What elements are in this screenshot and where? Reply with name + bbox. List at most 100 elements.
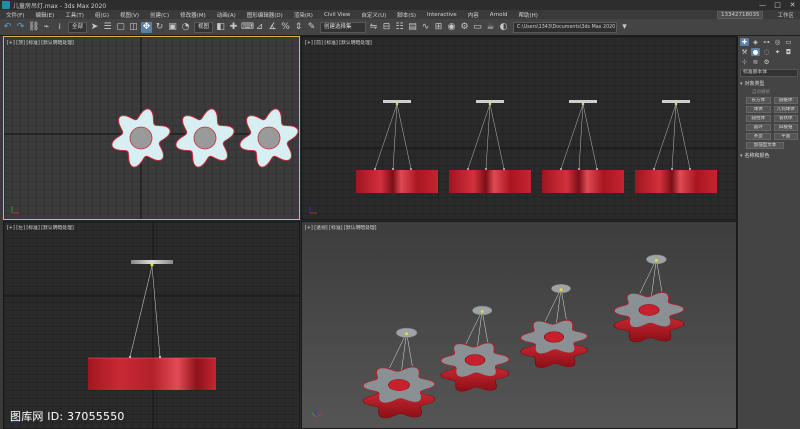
minimize-button[interactable]: — xyxy=(755,0,770,10)
snap-toggle-icon[interactable]: ⊿ xyxy=(254,22,265,33)
geometry-icon[interactable]: ● xyxy=(751,48,760,56)
render-setup-icon[interactable]: ⚙ xyxy=(459,22,470,33)
systems-icon[interactable]: ⚙ xyxy=(762,58,771,66)
cone-button[interactable]: 圆锥体 xyxy=(773,97,798,104)
project-path-field[interactable]: C:\Users\1343\Documents\3ds Max 2020 xyxy=(513,21,618,33)
viewport-label[interactable]: [+] [前] [标准] [默认明暗处理] xyxy=(305,39,372,46)
utilities-tab-icon[interactable]: ⚒ xyxy=(740,48,749,56)
rollout-name-color[interactable]: ▾ 名称和颜色 xyxy=(740,152,798,159)
close-button[interactable]: ✕ xyxy=(785,0,800,10)
menu-group[interactable]: 组(G) xyxy=(95,11,109,19)
lamp-top-view[interactable] xyxy=(239,108,299,168)
lamp-top-view[interactable] xyxy=(111,108,171,168)
material-editor-icon[interactable]: ◉ xyxy=(446,22,457,33)
pyramid-button[interactable]: 四棱锥 xyxy=(773,124,798,131)
lamp-perspective[interactable] xyxy=(613,254,685,343)
bind-space-warp-icon[interactable]: ≀ xyxy=(54,22,65,33)
viewport-label[interactable]: [+] [顶] [标准] [默认明暗处理] xyxy=(7,39,74,46)
spacewarps-icon[interactable]: ≋ xyxy=(751,58,760,66)
menu-modifiers[interactable]: 修改器(M) xyxy=(180,11,206,19)
menu-arnold[interactable]: Arnold xyxy=(490,12,508,18)
lamp-perspective[interactable] xyxy=(440,305,510,392)
lamp-perspective[interactable] xyxy=(519,283,589,368)
rect-selection-icon[interactable]: ▢ xyxy=(115,22,126,33)
text-plus-button[interactable]: 加强型文本 xyxy=(746,142,784,149)
geometry-type-select[interactable]: 标准基本体 xyxy=(740,69,798,77)
lamp-front-view[interactable] xyxy=(356,100,438,193)
render-iterative-icon[interactable]: ◐ xyxy=(498,22,509,33)
named-selection-set-select[interactable]: 创建选择集 xyxy=(320,21,367,33)
menu-graph-editors[interactable]: 图形编辑器(D) xyxy=(247,11,283,19)
menu-file[interactable]: 文件(F) xyxy=(6,11,24,19)
user-account-button[interactable]: 13342718035 xyxy=(716,10,764,19)
menu-views[interactable]: 视图(V) xyxy=(120,11,139,19)
viewport-top[interactable]: [+] [顶] [标准] [默认明暗处理] xyxy=(3,36,300,220)
menu-rendering[interactable]: 渲染(R) xyxy=(294,11,313,19)
lamp-top-view[interactable] xyxy=(175,108,235,168)
lamp-front-view[interactable] xyxy=(635,100,717,193)
pivot-center-icon[interactable]: ◧ xyxy=(215,22,226,33)
align-icon[interactable]: ⊟ xyxy=(381,22,392,33)
percent-snap-icon[interactable]: % xyxy=(280,22,291,33)
window-crossing-icon[interactable]: ◫ xyxy=(128,22,139,33)
box-button[interactable]: 长方体 xyxy=(746,97,771,104)
select-object-icon[interactable]: ➤ xyxy=(89,22,100,33)
menu-civil-view[interactable]: Civil View xyxy=(324,12,350,18)
menu-edit[interactable]: 编辑(E) xyxy=(35,11,54,19)
menu-tools[interactable]: 工具(T) xyxy=(65,11,84,19)
tube-button[interactable]: 管状体 xyxy=(773,115,798,122)
autogrid-checkbox[interactable]: 自动栅格 xyxy=(752,89,800,95)
menu-animation[interactable]: 动画(A) xyxy=(217,11,236,19)
mirror-icon[interactable]: ⇋ xyxy=(368,22,379,33)
viewport-left[interactable]: [+] [左] [标准] [默认明暗处理] xyxy=(3,221,300,429)
lights-icon[interactable]: ✦ xyxy=(773,48,782,56)
cylinder-button[interactable]: 圆柱体 xyxy=(746,115,771,122)
geosphere-button[interactable]: 几何球体 xyxy=(773,106,798,113)
maximize-button[interactable]: □ xyxy=(770,0,785,10)
rendered-frame-icon[interactable]: ▭ xyxy=(472,22,483,33)
menu-interactive[interactable]: Interactive xyxy=(427,12,457,18)
menu-help[interactable]: 帮助(H) xyxy=(519,11,538,19)
hierarchy-tab-icon[interactable]: ⊶ xyxy=(762,38,771,46)
sphere-button[interactable]: 球体 xyxy=(746,106,771,113)
display-tab-icon[interactable]: ▭ xyxy=(784,38,793,46)
selection-filter-select[interactable]: 全部 xyxy=(68,21,88,33)
create-tab-icon[interactable]: ✚ xyxy=(740,38,749,46)
rollout-object-type[interactable]: ▾ 对象类型 xyxy=(740,80,798,87)
menu-scripting[interactable]: 脚本(S) xyxy=(397,11,416,19)
angle-snap-icon[interactable]: ∡ xyxy=(267,22,278,33)
unlink-icon[interactable]: ⌁ xyxy=(41,22,52,33)
keyboard-shortcut-icon[interactable]: ⌨ xyxy=(241,22,254,33)
curve-editor-icon[interactable]: ∿ xyxy=(420,22,431,33)
undo-icon[interactable]: ↶ xyxy=(2,22,13,33)
teapot-button[interactable]: 茶壶 xyxy=(746,133,771,140)
edit-named-selection-icon[interactable]: ✎ xyxy=(306,22,317,33)
lamp-perspective[interactable] xyxy=(362,327,436,419)
place-icon[interactable]: ◔ xyxy=(180,22,191,33)
workspace-label[interactable]: 工作区 xyxy=(777,11,794,19)
menu-customize[interactable]: 自定义(U) xyxy=(361,11,386,19)
menu-content[interactable]: 内容 xyxy=(468,11,479,19)
path-dropdown-icon[interactable]: ▾ xyxy=(619,22,630,33)
lamp-front-view[interactable] xyxy=(449,100,531,193)
modify-tab-icon[interactable]: ◈ xyxy=(751,38,760,46)
cameras-icon[interactable]: ◘ xyxy=(784,48,793,56)
motion-tab-icon[interactable]: ◎ xyxy=(773,38,782,46)
scale-icon[interactable]: ▣ xyxy=(167,22,178,33)
manipulate-icon[interactable]: ✚ xyxy=(228,22,239,33)
reference-coordinate-select[interactable]: 视图 xyxy=(194,21,214,33)
layer-explorer-icon[interactable]: ☷ xyxy=(394,22,405,33)
viewport-front[interactable]: [+] [前] [标准] [默认明暗处理] xyxy=(301,36,737,220)
rotate-icon[interactable]: ↻ xyxy=(154,22,165,33)
shapes-icon[interactable]: ◌ xyxy=(762,48,771,56)
spinner-snap-icon[interactable]: ⇕ xyxy=(293,22,304,33)
plane-button[interactable]: 平面 xyxy=(773,133,798,140)
redo-icon[interactable]: ↷ xyxy=(15,22,26,33)
move-icon[interactable]: ✥ xyxy=(141,21,153,33)
viewport-label[interactable]: [+] [透视] [标准] [默认明暗处理] xyxy=(305,224,377,231)
select-by-name-icon[interactable]: ☰ xyxy=(102,22,113,33)
helpers-icon[interactable]: ⊹ xyxy=(740,58,749,66)
torus-button[interactable]: 圆环 xyxy=(746,124,771,131)
viewport-label[interactable]: [+] [左] [标准] [默认明暗处理] xyxy=(7,224,74,231)
toggle-ribbon-icon[interactable]: ▤ xyxy=(407,22,418,33)
